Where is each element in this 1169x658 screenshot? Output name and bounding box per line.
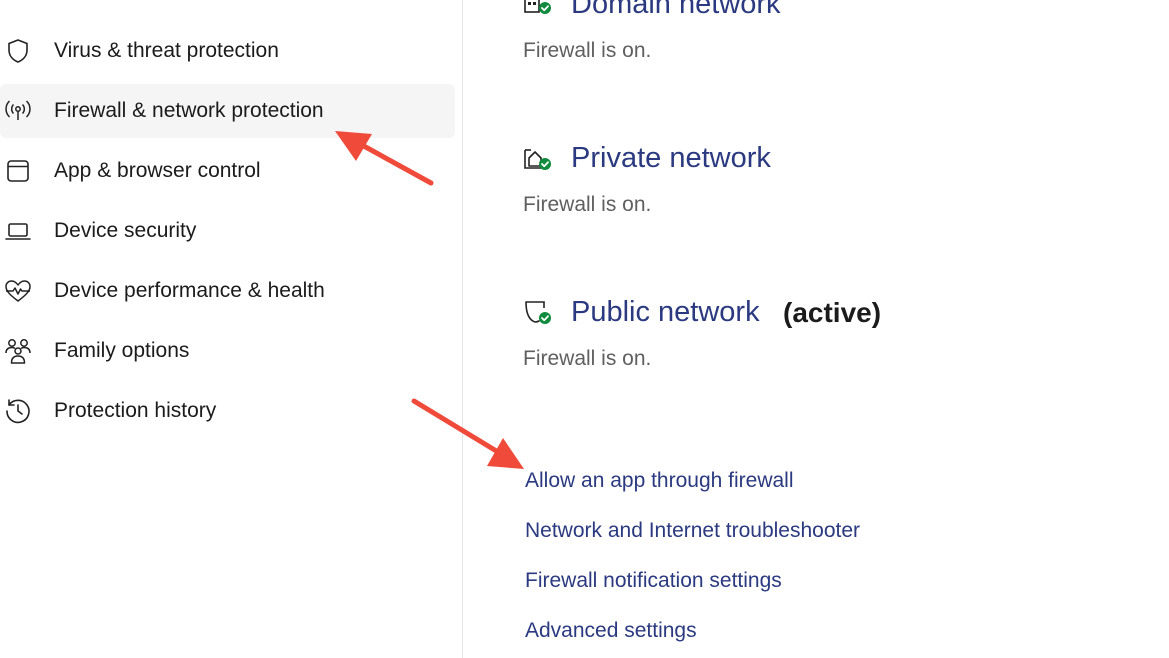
main-content: Domain network Firewall is on. Private n… (463, 0, 1169, 658)
sidebar-item-label: Device performance & health (54, 279, 325, 302)
private-network-icon (524, 149, 551, 170)
sidebar-item-label: Family options (54, 339, 190, 362)
sidebar-item-device-security[interactable]: Device security (0, 204, 455, 258)
family-icon (4, 337, 32, 365)
sidebar-item-app-browser-control[interactable]: App & browser control (0, 144, 455, 198)
domain-network-link[interactable]: Domain network (571, 0, 781, 21)
private-network-link[interactable]: Private network (571, 142, 771, 175)
sidebar-item-family-options[interactable]: Family options (0, 324, 455, 378)
private-network-status: Firewall is on. (523, 193, 652, 216)
history-icon (4, 397, 32, 425)
public-network-status: Firewall is on. (523, 347, 652, 370)
sidebar-nav: Virus & threat protection Firewall & net… (0, 0, 462, 658)
active-badge: (active) (783, 297, 882, 328)
sidebar-item-label: App & browser control (54, 159, 261, 182)
heart-pulse-icon (4, 277, 32, 305)
sidebar-item-label: Virus & threat protection (54, 39, 279, 62)
sidebar-item-label: Protection history (54, 399, 217, 422)
sidebar-item-label: Firewall & network protection (54, 99, 324, 122)
laptop-icon (4, 217, 32, 245)
sidebar-item-protection-history[interactable]: Protection history (0, 384, 455, 438)
wifi-antenna-icon (4, 97, 32, 125)
shield-icon (4, 37, 32, 65)
sidebar-item-label: Device security (54, 219, 197, 242)
allow-app-through-firewall-link[interactable]: Allow an app through firewall (525, 469, 794, 493)
network-troubleshooter-link[interactable]: Network and Internet troubleshooter (525, 519, 860, 543)
advanced-settings-link[interactable]: Advanced settings (525, 619, 697, 643)
domain-network-icon (524, 0, 551, 14)
browser-window-icon (4, 157, 32, 185)
home-icon (4, 0, 30, 2)
public-network-icon (525, 301, 551, 324)
sidebar-item-virus-threat-protection[interactable]: Virus & threat protection (0, 24, 455, 78)
sidebar-item-firewall-network-protection[interactable]: Firewall & network protection (0, 84, 455, 138)
domain-network-status: Firewall is on. (523, 39, 652, 62)
public-network-link[interactable]: Public network (571, 296, 760, 329)
firewall-notification-settings-link[interactable]: Firewall notification settings (525, 569, 782, 593)
sidebar-item-device-performance-health[interactable]: Device performance & health (0, 264, 455, 318)
